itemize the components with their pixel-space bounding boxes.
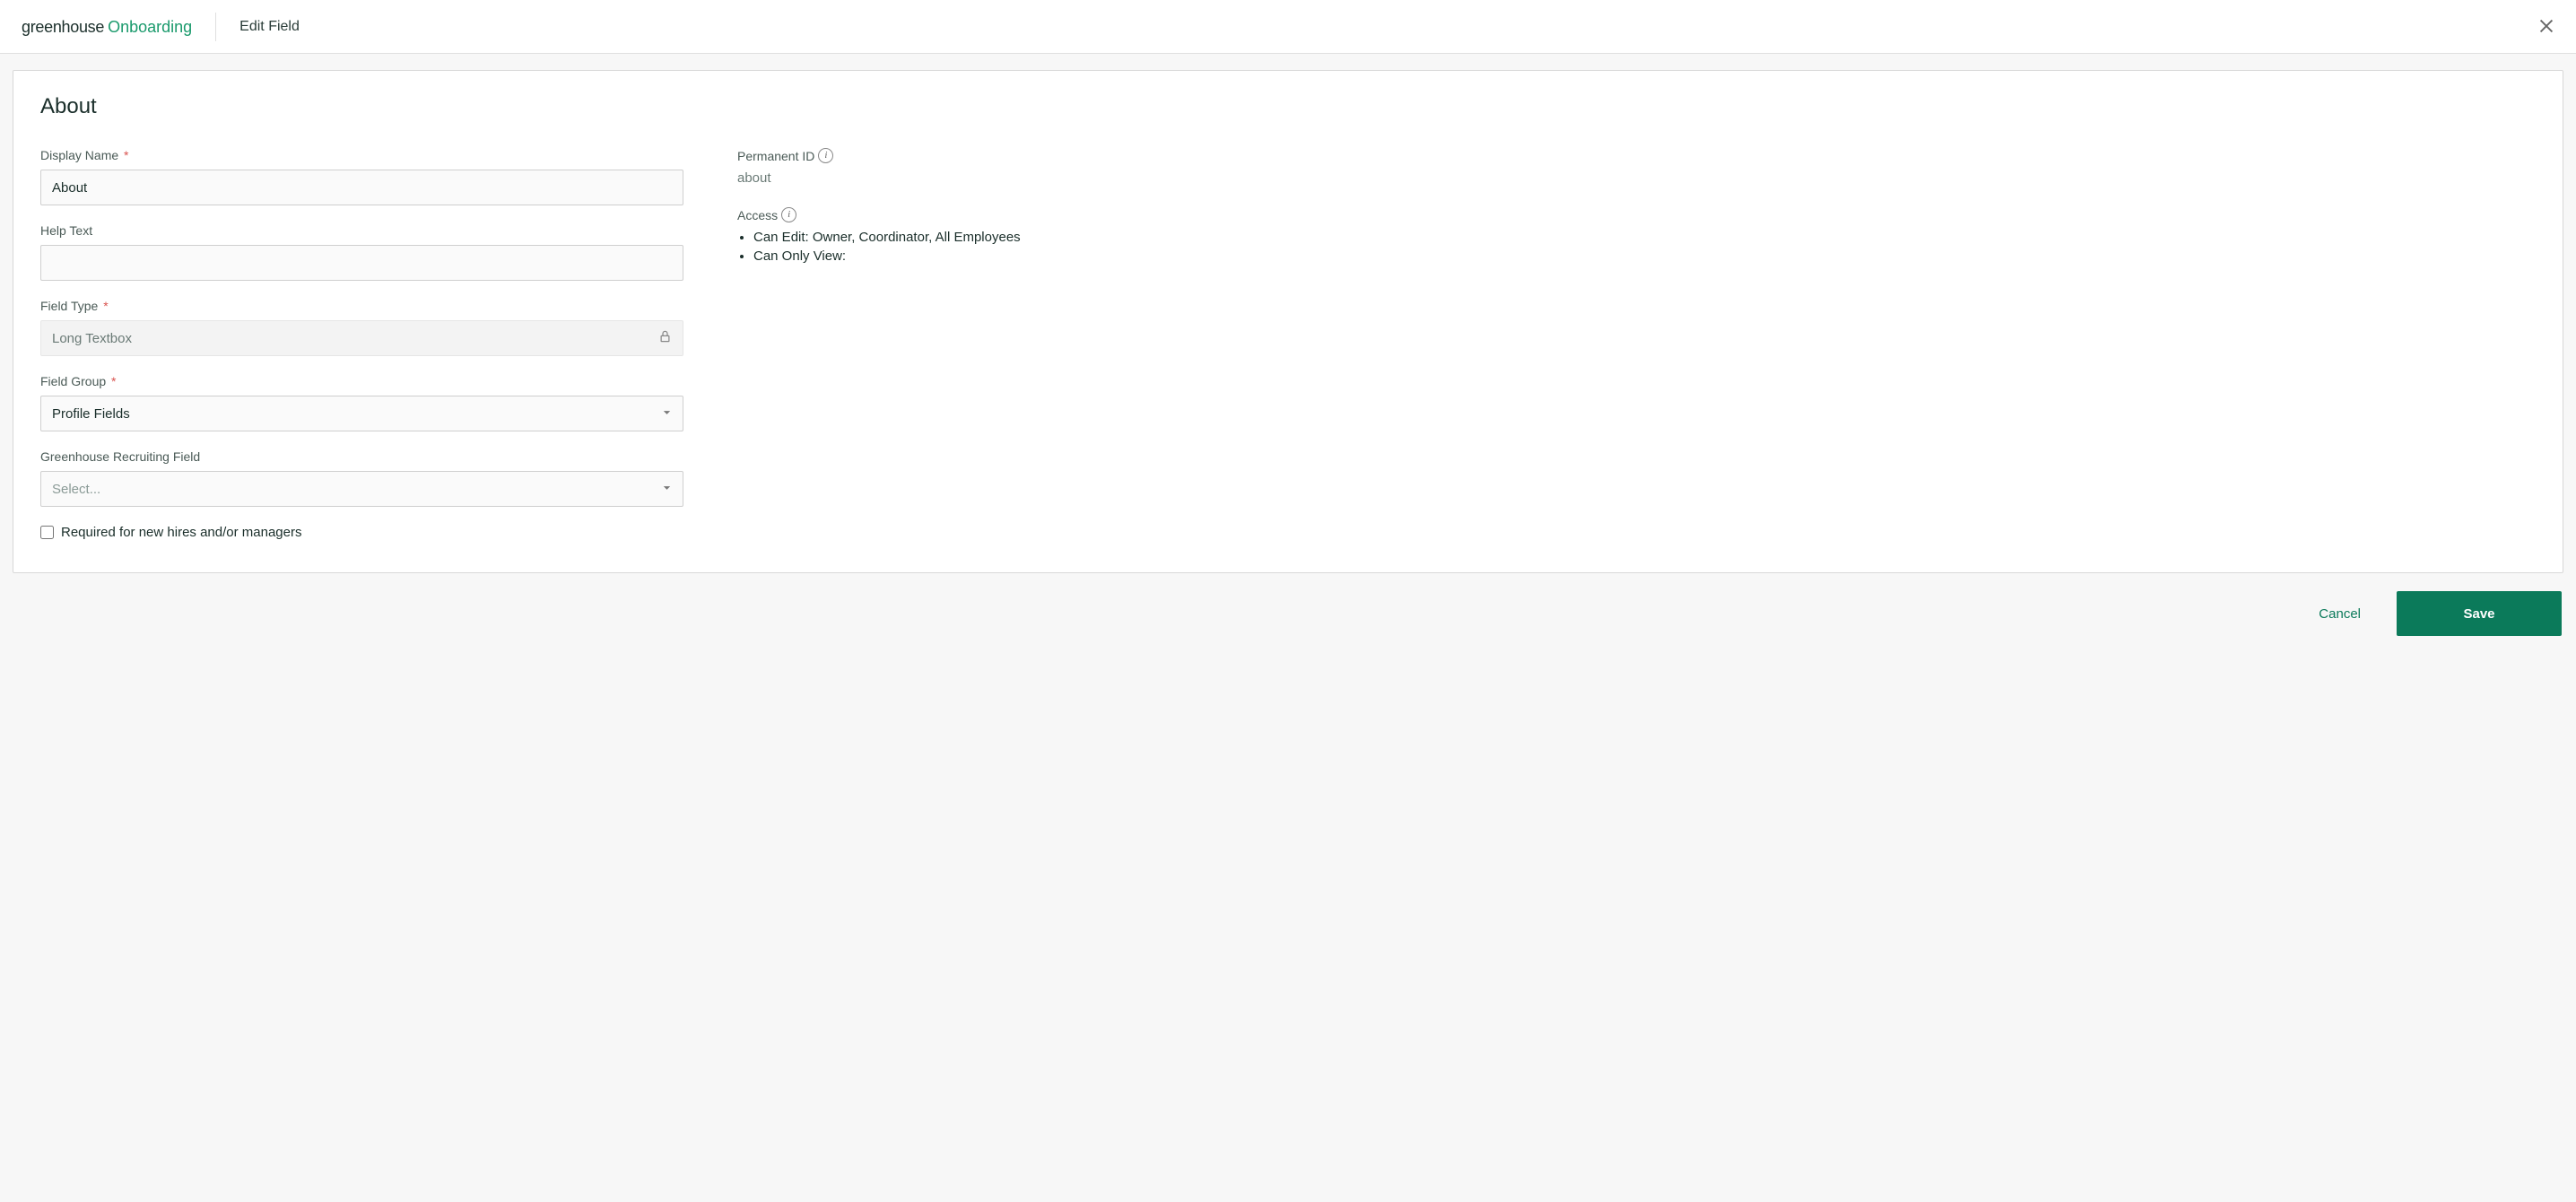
access-label: Access i [737,207,796,222]
page-title: Edit Field [239,19,300,35]
permanent-id-label: Permanent ID i [737,148,833,163]
footer-actions: Cancel Save [13,591,2563,636]
label-text: Permanent ID [737,149,814,163]
info-icon[interactable]: i [781,207,796,222]
lock-icon [658,330,672,347]
label-text: Access [737,208,778,222]
field-group-label: Field Group * [40,374,683,388]
label-text: Display Name [40,148,118,162]
app-logo: greenhouse Onboarding [22,13,216,41]
recruiting-field-label: Greenhouse Recruiting Field [40,449,683,464]
field-type-label: Field Type * [40,299,683,313]
display-name-label: Display Name * [40,148,683,162]
recruiting-field-group: Greenhouse Recruiting Field Select... [40,449,683,507]
required-mark: * [124,148,128,162]
app-header: greenhouse Onboarding Edit Field [0,0,2576,54]
page-body: About Display Name * Help Text Field T [0,54,2576,1202]
help-text-label: Help Text [40,223,683,238]
field-type-value: Long Textbox [52,331,132,346]
display-name-group: Display Name * [40,148,683,205]
field-group-select[interactable]: Profile Fields [40,396,683,431]
access-list: Can Edit: Owner, Coordinator, All Employ… [737,230,2536,264]
cancel-button[interactable]: Cancel [2308,597,2371,631]
edit-field-card: About Display Name * Help Text Field T [13,70,2563,573]
access-can-view-key: Can Only View: [753,248,846,264]
field-type-locked: Long Textbox [40,320,683,356]
logo-secondary: Onboarding [108,13,192,41]
form-right-column: Permanent ID i about Access i Can Edit: … [737,148,2536,540]
required-checkbox-label: Required for new hires and/or managers [61,525,301,540]
close-button[interactable] [2537,16,2558,38]
access-can-edit: Can Edit: Owner, Coordinator, All Employ… [753,230,2536,245]
help-text-input[interactable] [40,245,683,281]
chevron-down-icon [662,482,672,497]
recruiting-field-placeholder: Select... [52,482,100,497]
info-icon[interactable]: i [818,148,833,163]
help-text-group: Help Text [40,223,683,281]
recruiting-field-select[interactable]: Select... [40,471,683,507]
label-text: Field Type [40,299,98,313]
field-group-value: Profile Fields [52,406,130,422]
required-mark: * [103,299,108,313]
logo-primary: greenhouse [22,13,104,41]
close-icon [2537,16,2556,36]
required-checkbox-row[interactable]: Required for new hires and/or managers [40,525,683,540]
form-left-column: Display Name * Help Text Field Type * [40,148,683,540]
access-can-edit-key: Can Edit: [753,230,809,245]
permanent-id-value: about [737,170,2536,186]
chevron-down-icon [662,406,672,422]
display-name-input[interactable] [40,170,683,205]
form-columns: Display Name * Help Text Field Type * [40,148,2536,540]
field-type-group: Field Type * Long Textbox [40,299,683,356]
required-checkbox[interactable] [40,526,54,539]
field-group-group: Field Group * Profile Fields [40,374,683,431]
access-can-edit-value: Owner, Coordinator, All Employees [813,230,1021,245]
card-title: About [40,94,2536,119]
access-can-view: Can Only View: [753,248,2536,264]
label-text: Field Group [40,374,106,388]
required-mark: * [111,374,116,388]
save-button[interactable]: Save [2397,591,2562,636]
